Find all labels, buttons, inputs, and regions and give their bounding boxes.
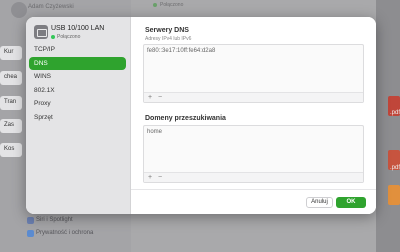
search-domains-title: Domeny przeszukiwania	[145, 115, 226, 122]
nav-item-proxy[interactable]: Proxy	[29, 97, 126, 110]
interface-name: USB 10/100 LAN	[51, 25, 105, 32]
nav-item-hardware[interactable]: Sprzęt	[29, 111, 126, 124]
desktop-file-label: .pdf	[389, 110, 400, 116]
siri-icon	[27, 217, 34, 224]
avatar	[11, 2, 27, 18]
search-domains-toolbar: + −	[144, 172, 363, 182]
nav-item-tcpip[interactable]: TCP/IP	[29, 43, 126, 56]
settings-nav: TCP/IP DNS WINS 802.1X Proxy Sprzęt	[29, 43, 126, 124]
remove-search-domain-button[interactable]: −	[155, 173, 165, 182]
ethernet-adapter-icon	[34, 25, 48, 39]
dns-servers-subtitle: Adresy IPv4 lub IPv6	[145, 36, 192, 42]
background-user-name: Adam Czyżewski	[28, 4, 74, 10]
nav-item-8021x[interactable]: 802.1X	[29, 84, 126, 97]
dns-servers-list[interactable]: fe80::3e17:10ff:fe64:d2a8 + −	[143, 44, 364, 103]
dns-settings-dialog: USB 10/100 LAN Połączono TCP/IP DNS WINS…	[26, 17, 376, 214]
dns-servers-title: Serwery DNS	[145, 27, 189, 34]
background-connected-label: Połączono	[160, 2, 184, 8]
background-sidebar-item: Siri i Spotlight	[36, 217, 73, 223]
privacy-hand-icon	[27, 230, 34, 237]
ok-button[interactable]: OK	[336, 197, 366, 208]
add-dns-server-button[interactable]: +	[145, 93, 155, 102]
add-search-domain-button[interactable]: +	[145, 173, 155, 182]
dialog-footer: Anuluj OK	[131, 189, 376, 214]
background-window-fragment: Zas	[0, 119, 22, 133]
search-domains-list[interactable]: home + −	[143, 125, 364, 183]
desktop-file-icon	[388, 185, 400, 205]
dns-servers-toolbar: + −	[144, 92, 363, 102]
dns-server-entry[interactable]: fe80::3e17:10ff:fe64:d2a8	[147, 48, 215, 54]
interface-status: Połączono	[57, 34, 81, 40]
background-window-fragment: Tran	[0, 96, 22, 110]
background-sidebar-item: Prywatność i ochrona	[36, 230, 94, 236]
nav-item-wins[interactable]: WINS	[29, 70, 126, 83]
dialog-content: Serwery DNS Adresy IPv4 lub IPv6 fe80::3…	[131, 17, 376, 214]
desktop-file-label: .pdf	[389, 165, 400, 171]
status-dot-icon	[51, 35, 55, 39]
cancel-button[interactable]: Anuluj	[306, 197, 333, 208]
status-dot-icon	[153, 3, 157, 7]
background-window-fragment: Kos	[0, 143, 22, 157]
background-desktop-strip	[376, 0, 400, 252]
background-window-fragment: Kur	[0, 46, 22, 60]
background-window-fragment: chea	[0, 71, 22, 85]
nav-item-dns[interactable]: DNS	[29, 56, 126, 70]
remove-dns-server-button[interactable]: −	[155, 93, 165, 102]
search-domain-entry[interactable]: home	[147, 129, 162, 135]
dialog-sidebar: USB 10/100 LAN Połączono TCP/IP DNS WINS…	[26, 17, 131, 214]
